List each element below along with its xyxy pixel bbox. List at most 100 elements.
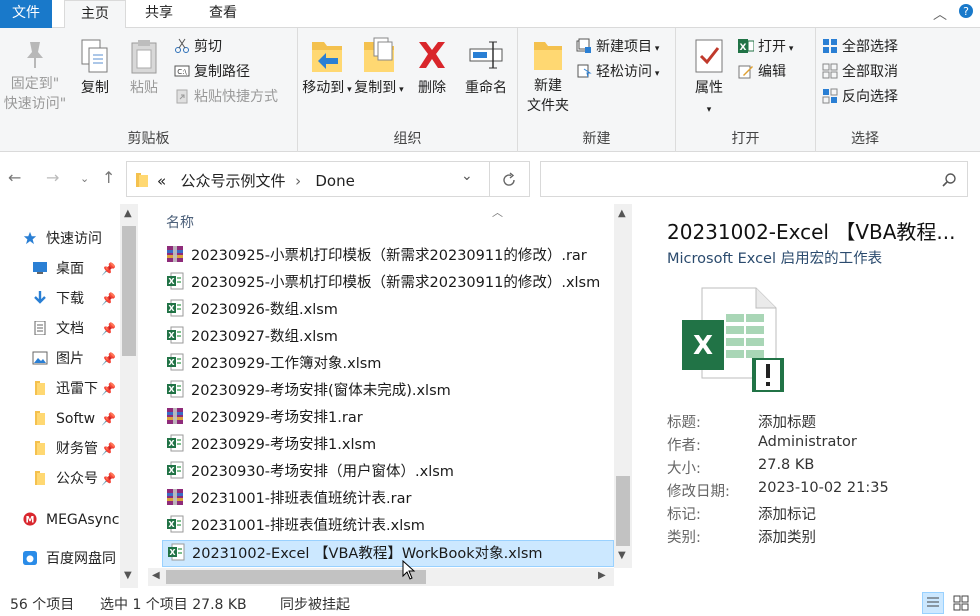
file-row[interactable]: X 20230926-数组.xlsm: [162, 297, 614, 324]
file-row[interactable]: X 20230925-小票机打印模板（新需求20230911的修改）.xlsm: [162, 270, 614, 297]
open-label: 打开: [758, 39, 786, 55]
large-icons-view-icon[interactable]: [950, 592, 972, 614]
breadcrumb-item-parent[interactable]: 公众号示例文件: [181, 172, 286, 190]
property-value[interactable]: 2023-10-02 21:35: [758, 480, 889, 496]
up-arrow-icon[interactable]: ↑: [102, 168, 115, 187]
address-bar[interactable]: « 公众号示例文件 › Done ⌄: [126, 161, 530, 197]
paste-shortcut-button[interactable]: 粘贴快捷方式: [174, 86, 278, 108]
copy-path-button[interactable]: C:\ 复制路径: [174, 61, 250, 83]
pin-icon: 📌: [101, 472, 116, 486]
paste-label: 粘贴: [130, 80, 158, 96]
status-item-count: 56 个项目: [10, 597, 75, 613]
tab-home[interactable]: 主页: [64, 0, 126, 29]
file-row[interactable]: X 20230929-工作簿对象.xlsm: [162, 351, 614, 378]
recent-locations-chevron-icon[interactable]: ⌄: [80, 172, 89, 185]
excel-file-icon: X: [168, 543, 185, 561]
scroll-right-arrow-icon[interactable]: ▶: [598, 570, 606, 581]
nav-item-folder[interactable]: 公众号 📌: [32, 466, 116, 492]
file-list-scroll-thumb[interactable]: [616, 476, 630, 546]
copy-button[interactable]: 复制: [74, 38, 116, 98]
tab-view[interactable]: 查看: [194, 0, 252, 28]
properties-button[interactable]: 属性 ▾: [688, 36, 730, 120]
open-group: 属性 ▾ X 打开 ▾ 编辑 打开: [676, 28, 816, 152]
nav-item-documents[interactable]: 文档 📌: [32, 316, 116, 342]
file-list-horizontal-scrollbar[interactable]: ◀ ▶: [148, 568, 614, 586]
search-box[interactable]: [540, 161, 968, 197]
rename-button[interactable]: 重命名: [458, 36, 514, 98]
scroll-up-arrow-icon[interactable]: ▲: [618, 208, 626, 219]
move-to-button[interactable]: 移动到 ▾: [302, 36, 352, 100]
pin-icon: 📌: [101, 442, 116, 456]
property-value[interactable]: 添加标题: [758, 411, 816, 432]
open-button[interactable]: X 打开 ▾: [738, 36, 793, 58]
cut-button[interactable]: 剪切: [174, 36, 222, 58]
select-none-icon: [822, 63, 838, 79]
scroll-left-arrow-icon[interactable]: ◀: [152, 570, 160, 581]
file-name: 20230929-考场安排1.rar: [191, 410, 363, 426]
nav-item-baidu[interactable]: 百度网盘同: [22, 546, 116, 572]
file-row[interactable]: 20230925-小票机打印模板（新需求20230911的修改）.rar: [162, 243, 614, 270]
nav-item-folder[interactable]: Softw 📌: [32, 406, 116, 432]
edit-button[interactable]: 编辑: [738, 61, 786, 83]
breadcrumb-overflow[interactable]: «: [157, 172, 166, 190]
file-list-hscroll-thumb[interactable]: [166, 570, 426, 584]
select-none-button[interactable]: 全部取消: [822, 61, 898, 83]
file-row[interactable]: 20231001-排班表值班统计表.rar: [162, 486, 614, 513]
nav-item-label: 桌面: [56, 261, 84, 277]
file-list-vertical-scrollbar[interactable]: ▲ ▼: [614, 204, 632, 568]
tab-share[interactable]: 共享: [130, 0, 188, 28]
select-all-button[interactable]: 全部选择: [822, 36, 898, 58]
file-row[interactable]: 20230929-考场安排1.rar: [162, 405, 614, 432]
property-value[interactable]: 添加标记: [758, 503, 816, 524]
pin-icon: 📌: [101, 352, 116, 366]
property-label: 作者:: [667, 438, 701, 454]
details-view-icon[interactable]: [922, 592, 944, 614]
nav-item-folder[interactable]: 迅雷下 📌: [32, 376, 116, 402]
pin-quick-access-button[interactable]: 固定到" 快速访问": [0, 38, 70, 114]
nav-item-folder[interactable]: 财务管 📌: [32, 436, 116, 462]
file-row[interactable]: X 20231001-排班表值班统计表.xlsm: [162, 513, 614, 540]
navigation-bar: ← → ⌄ ↑ « 公众号示例文件 › Done ⌄: [0, 152, 980, 204]
file-row[interactable]: X 20231002-Excel 【VBA教程】WorkBook对象.xlsm: [162, 540, 614, 567]
nav-pane-scroll-thumb[interactable]: [122, 226, 136, 356]
nav-item-label: 百度网盘同: [46, 551, 116, 567]
invert-selection-button[interactable]: 反向选择: [822, 86, 898, 108]
excel-file-icon: X: [167, 515, 184, 533]
copy-to-button[interactable]: 复制到 ▾: [354, 36, 404, 100]
back-arrow-icon[interactable]: ←: [8, 168, 21, 187]
property-value[interactable]: 27.8 KB: [758, 457, 814, 473]
file-row[interactable]: X 20230930-考场安排（用户窗体）.xlsm: [162, 459, 614, 486]
paste-button[interactable]: 粘贴: [122, 38, 166, 98]
help-icon[interactable]: ?: [958, 3, 974, 23]
nav-item-label: 公众号: [56, 471, 98, 487]
new-item-button[interactable]: 新建项目 ▾: [576, 36, 659, 58]
column-header-name[interactable]: 名称: [166, 212, 194, 232]
delete-button[interactable]: 删除: [414, 36, 450, 98]
property-value[interactable]: 添加类别: [758, 526, 816, 547]
invert-selection-label: 反向选择: [842, 89, 898, 105]
file-row[interactable]: X 20230929-考场安排(窗体未完成).xlsm: [162, 378, 614, 405]
nav-item-megasync[interactable]: M MEGAsync: [22, 507, 120, 533]
forward-arrow-icon[interactable]: →: [46, 168, 59, 187]
refresh-icon[interactable]: [501, 172, 517, 188]
nav-item-downloads[interactable]: 下载 📌: [32, 286, 116, 312]
file-row[interactable]: X 20230929-考场安排1.xlsm: [162, 432, 614, 459]
file-row[interactable]: X 20230927-数组.xlsm: [162, 324, 614, 351]
scroll-up-arrow-icon[interactable]: ▲: [124, 208, 132, 219]
nav-item-pictures[interactable]: 图片 📌: [32, 346, 116, 372]
address-dropdown-chevron-icon[interactable]: ⌄: [461, 168, 473, 184]
svg-text:X: X: [168, 466, 175, 475]
property-value[interactable]: Administrator: [758, 434, 857, 450]
pin-icon: 📌: [101, 382, 116, 396]
properties-icon: [695, 39, 723, 73]
scroll-down-arrow-icon[interactable]: ▼: [618, 550, 626, 561]
nav-pane-scrollbar[interactable]: ▲ ▼: [120, 204, 138, 588]
tab-file[interactable]: 文件: [0, 0, 52, 28]
easy-access-button[interactable]: 轻松访问 ▾: [576, 61, 659, 83]
collapse-ribbon-icon[interactable]: ︿: [933, 4, 947, 24]
breadcrumb-item-current[interactable]: Done: [315, 172, 354, 190]
scroll-down-arrow-icon[interactable]: ▼: [124, 570, 132, 581]
nav-quick-access[interactable]: 快速访问: [22, 226, 102, 252]
new-folder-button[interactable]: 新建 文件夹: [522, 36, 574, 116]
nav-item-desktop[interactable]: 桌面 📌: [32, 256, 116, 282]
